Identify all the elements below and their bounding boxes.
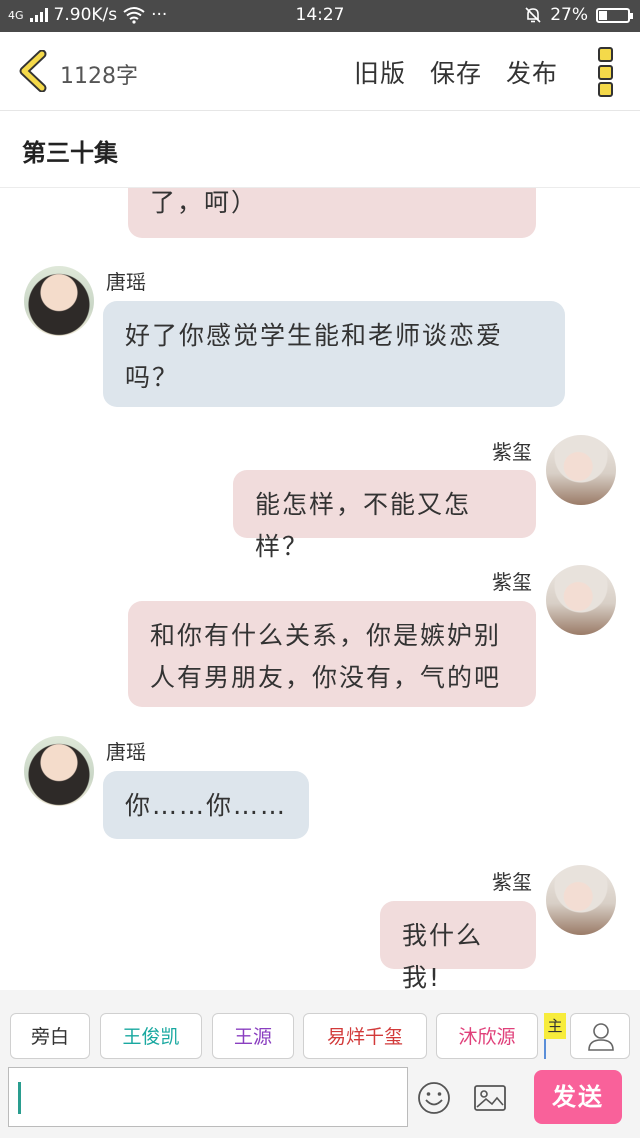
image-icon: [474, 1085, 506, 1111]
avatar-tang-yao[interactable]: [24, 266, 94, 336]
emoji-button[interactable]: [416, 1080, 452, 1116]
role-chip-mu-xinyuan[interactable]: 沐欣源: [436, 1013, 538, 1059]
chat-bubble[interactable]: 我什么我!: [380, 901, 536, 990]
send-button[interactable]: 发送: [534, 1070, 622, 1124]
protagonist-indicator: [544, 1039, 546, 1059]
message-input-box[interactable]: [8, 1067, 408, 1128]
avatar-zi-xi[interactable]: [546, 435, 616, 505]
avatar-zi-xi[interactable]: [546, 565, 616, 635]
protagonist-tag: 主: [544, 1013, 566, 1039]
role-chip-wang-junkai[interactable]: 王俊凯: [100, 1013, 202, 1059]
role-chip-yi-yangqianxi[interactable]: 易烊千玺: [303, 1013, 427, 1059]
chat-bubble[interactable]: 能怎样，不能又怎样？: [233, 470, 536, 561]
editor-toolbar: 1128字 旧版 保存 发布: [0, 32, 640, 111]
battery-level-fill: [599, 10, 607, 20]
insert-image-button[interactable]: [472, 1080, 508, 1116]
more-menu-button[interactable]: [598, 47, 614, 97]
chat-bubble-partial[interactable]: 了，呵）: [128, 188, 536, 238]
back-button[interactable]: [16, 49, 50, 93]
role-chip-wang-yuan[interactable]: 王源: [212, 1013, 294, 1059]
sender-name: 唐瑶: [106, 270, 146, 294]
sender-name: 紫玺: [492, 870, 532, 894]
header-actions: 旧版 保存 发布: [354, 54, 558, 90]
avatar-tang-yao[interactable]: [24, 736, 94, 806]
text-caret: [18, 1082, 21, 1114]
chat-bubble[interactable]: 你……你……: [103, 771, 309, 839]
more-dot-icon: [598, 82, 613, 97]
sender-name: 紫玺: [492, 570, 532, 594]
episode-title[interactable]: 第三十集: [22, 133, 118, 168]
word-count: 1128字: [60, 64, 138, 89]
message-input[interactable]: [25, 1068, 399, 1128]
sender-name: 紫玺: [492, 440, 532, 464]
chat-bubble[interactable]: 和你有什么关系，你是嫉妒别人有男朋友，你没有，气的吧: [128, 601, 536, 707]
sender-name: 唐瑶: [106, 740, 146, 764]
episode-title-bar[interactable]: 第三十集: [0, 111, 640, 188]
role-chip-narrator[interactable]: 旁白: [10, 1013, 90, 1059]
composer-panel: 旁白 王俊凯 王源 易烊千玺 沐欣源 主 发送: [0, 990, 640, 1138]
more-dot-icon: [598, 47, 613, 62]
more-dot-icon: [598, 64, 613, 80]
battery-icon: [596, 7, 633, 23]
battery-percent: 27%: [550, 5, 588, 25]
status-bar: 4G 7.90K/s ··· 14:27 27%: [0, 0, 640, 32]
add-role-button[interactable]: [570, 1013, 630, 1059]
smiley-icon: [418, 1082, 450, 1114]
protagonist-chip[interactable]: 主: [544, 1013, 568, 1059]
old-version-button[interactable]: 旧版: [354, 54, 406, 90]
status-right: 27%: [524, 5, 633, 25]
back-arrow-icon: [19, 49, 47, 93]
user-icon: [588, 1023, 614, 1051]
save-button[interactable]: 保存: [430, 54, 482, 90]
avatar-zi-xi[interactable]: [546, 865, 616, 935]
chat-bubble[interactable]: 好了你感觉学生能和老师谈恋爱吗？: [103, 301, 565, 407]
chat-area[interactable]: 了，呵） 唐瑶 好了你感觉学生能和老师谈恋爱吗？ 紫玺 能怎样，不能又怎样？ 紫…: [0, 188, 640, 990]
publish-button[interactable]: 发布: [506, 54, 558, 90]
mute-bell-icon: [525, 7, 541, 23]
